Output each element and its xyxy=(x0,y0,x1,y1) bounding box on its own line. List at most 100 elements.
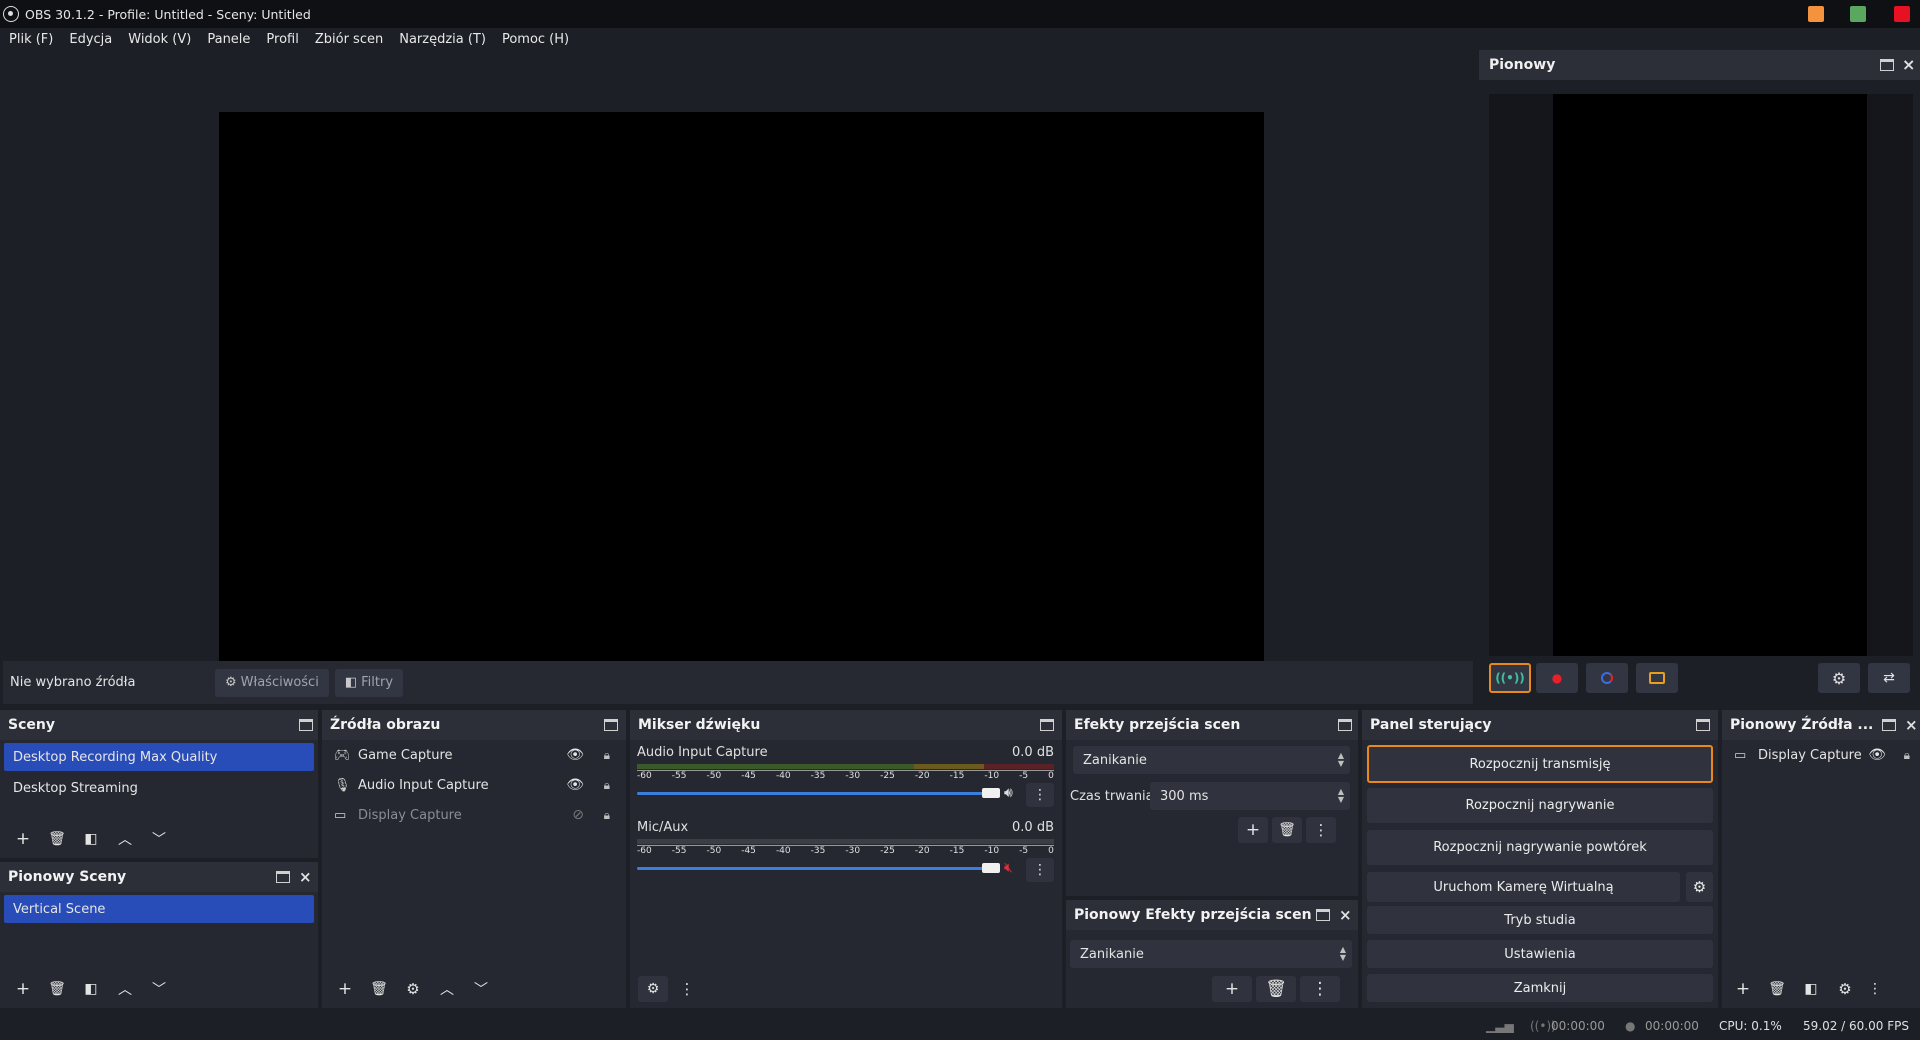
menu-file[interactable]: Plik (F) xyxy=(9,32,53,47)
menu-view[interactable]: Widok (V) xyxy=(128,32,191,47)
start-stream-button[interactable]: Rozpocznij transmisję xyxy=(1367,745,1713,783)
add-icon[interactable]: + xyxy=(8,826,38,852)
trash-icon[interactable]: 🗑 xyxy=(1762,976,1792,1002)
virtual-camera-button[interactable]: Uruchom Kamerę Wirtualną xyxy=(1367,872,1680,902)
float-icon[interactable] xyxy=(1338,719,1352,731)
exit-button[interactable]: Zamknij xyxy=(1367,974,1713,1002)
add-icon[interactable]: + xyxy=(330,976,360,1002)
maximize-button[interactable] xyxy=(1850,6,1866,22)
close-button[interactable] xyxy=(1894,6,1910,22)
vertical-record-button[interactable]: ● xyxy=(1536,663,1578,693)
trash-icon[interactable]: 🗑 xyxy=(42,826,72,852)
close-icon[interactable]: × xyxy=(1339,906,1352,924)
chevron-down-icon[interactable]: ﹀ xyxy=(144,976,174,1002)
scene-item[interactable]: Desktop Recording Max Quality xyxy=(4,743,314,771)
volume-slider[interactable] xyxy=(637,792,987,795)
menu-icon[interactable]: ⋮ xyxy=(1306,817,1336,843)
channel-menu-button[interactable]: ⋮ xyxy=(1026,783,1054,807)
gear-icon[interactable]: ⚙ xyxy=(398,976,428,1002)
float-icon[interactable] xyxy=(1880,59,1894,71)
transition-value: Zanikanie xyxy=(1083,752,1147,768)
vertical-sources-header: Pionowy Źródła ... × xyxy=(1722,710,1920,740)
scene-item[interactable]: Desktop Streaming xyxy=(4,774,314,802)
close-icon[interactable]: × xyxy=(1905,716,1918,734)
properties-button[interactable]: ⚙ Właściwości xyxy=(215,668,329,697)
vertical-link-button[interactable]: ⇄ xyxy=(1868,663,1910,693)
record-time: 00:00:00 xyxy=(1645,1019,1699,1033)
vertical-stream-button[interactable]: ((•)) xyxy=(1489,663,1531,693)
float-icon[interactable] xyxy=(299,719,313,731)
eye-icon[interactable]: 👁 xyxy=(1868,747,1886,763)
volume-slider[interactable] xyxy=(637,867,987,870)
close-icon[interactable]: × xyxy=(1902,55,1915,74)
source-item[interactable]: 🎮︎ Game Capture 👁 🔒︎ xyxy=(322,740,626,770)
chevron-down-icon[interactable]: ﹀ xyxy=(466,976,496,1002)
lock-icon[interactable]: 🔒︎ xyxy=(1904,748,1910,763)
trash-icon[interactable]: 🗑 xyxy=(364,976,394,1002)
float-icon[interactable] xyxy=(604,719,618,731)
chevron-up-icon[interactable]: ︿ xyxy=(110,976,140,1002)
float-icon[interactable] xyxy=(1696,719,1710,731)
vertical-scene-item[interactable]: Vertical Scene xyxy=(4,895,314,923)
add-icon[interactable]: + xyxy=(1212,976,1252,1002)
trash-icon[interactable]: 🗑 xyxy=(1256,976,1296,1002)
volume-slider-handle[interactable] xyxy=(982,788,1000,798)
lock-icon[interactable]: 🔒︎ xyxy=(604,778,610,793)
source-item[interactable]: 🎙 Audio Input Capture 👁 🔒︎ xyxy=(322,770,626,800)
filter-icon[interactable]: ◧ xyxy=(76,976,106,1002)
menu-icon[interactable]: ⋮ xyxy=(672,976,702,1002)
float-icon[interactable] xyxy=(1040,719,1054,731)
add-icon[interactable]: + xyxy=(1728,976,1758,1002)
filters-button[interactable]: ◧ Filtry xyxy=(334,668,404,697)
source-item[interactable]: ▭ Display Capture 👁 🔒︎ xyxy=(1722,740,1920,770)
vertical-settings-button[interactable]: ⚙ xyxy=(1818,663,1860,693)
settings-button[interactable]: Ustawienia xyxy=(1367,940,1713,968)
minimize-button[interactable] xyxy=(1808,6,1824,22)
transition-select[interactable]: Zanikanie ▲ ▼ xyxy=(1073,746,1350,774)
speaker-muted-icon[interactable]: 🔇︎ xyxy=(1004,860,1013,876)
eye-icon[interactable]: 👁 xyxy=(566,747,584,763)
channel-menu-button[interactable]: ⋮ xyxy=(1026,858,1054,882)
eye-icon[interactable]: 👁 xyxy=(566,777,584,793)
speaker-icon[interactable]: 🔊︎ xyxy=(1004,785,1013,801)
float-icon[interactable] xyxy=(1882,719,1896,731)
eye-hidden-icon[interactable]: ⊘ xyxy=(572,807,584,823)
vertical-replay-button[interactable] xyxy=(1586,663,1628,693)
trash-icon[interactable]: 🗑 xyxy=(1272,817,1302,843)
studio-mode-button[interactable]: Tryb studia xyxy=(1367,906,1713,934)
advanced-audio-icon[interactable]: ⚙ xyxy=(638,976,668,1002)
gear-icon[interactable]: ⚙ xyxy=(1830,976,1860,1002)
main-preview[interactable] xyxy=(219,112,1264,699)
vertical-transition-select[interactable]: Zanikanie ▲ ▼ xyxy=(1070,940,1352,968)
filter-icon[interactable]: ◧ xyxy=(76,826,106,852)
lock-icon[interactable]: 🔒︎ xyxy=(604,808,610,823)
menu-scene-collection[interactable]: Zbiór scen xyxy=(315,32,383,47)
close-icon[interactable]: × xyxy=(299,868,312,886)
menu-profile[interactable]: Profil xyxy=(266,32,298,47)
float-icon[interactable] xyxy=(1316,909,1330,921)
menu-edit[interactable]: Edycja xyxy=(69,32,112,47)
menu-icon[interactable]: ⋮ xyxy=(1864,976,1886,1002)
float-icon[interactable] xyxy=(276,871,290,883)
volume-slider-handle[interactable] xyxy=(982,863,1000,873)
add-icon[interactable]: + xyxy=(8,976,38,1002)
vertical-preview[interactable] xyxy=(1553,94,1867,656)
duration-input[interactable]: 300 ms ▲ ▼ xyxy=(1150,782,1350,810)
scenes-toolbar: + 🗑 ◧ ︿ ﹀ xyxy=(4,824,174,854)
menu-icon[interactable]: ⋮ xyxy=(1300,976,1340,1002)
trash-icon[interactable]: 🗑 xyxy=(42,976,72,1002)
vertical-virtualcam-button[interactable] xyxy=(1636,663,1678,693)
source-item[interactable]: ▭ Display Capture ⊘ 🔒︎ xyxy=(322,800,626,830)
lock-icon[interactable]: 🔒︎ xyxy=(604,748,610,763)
chevron-down-icon[interactable]: ﹀ xyxy=(144,826,174,852)
virtual-camera-settings-button[interactable]: ⚙ xyxy=(1686,872,1713,902)
start-record-button[interactable]: Rozpocznij nagrywanie xyxy=(1367,788,1713,823)
start-replay-button[interactable]: Rozpocznij nagrywanie powtórek xyxy=(1367,830,1713,865)
menu-tools[interactable]: Narzędzia (T) xyxy=(399,32,486,47)
chevron-up-icon[interactable]: ︿ xyxy=(432,976,462,1002)
filter-icon[interactable]: ◧ xyxy=(1796,976,1826,1002)
menu-docks[interactable]: Panele xyxy=(207,32,250,47)
menu-help[interactable]: Pomoc (H) xyxy=(502,32,569,47)
add-icon[interactable]: + xyxy=(1238,817,1268,843)
chevron-up-icon[interactable]: ︿ xyxy=(110,826,140,852)
